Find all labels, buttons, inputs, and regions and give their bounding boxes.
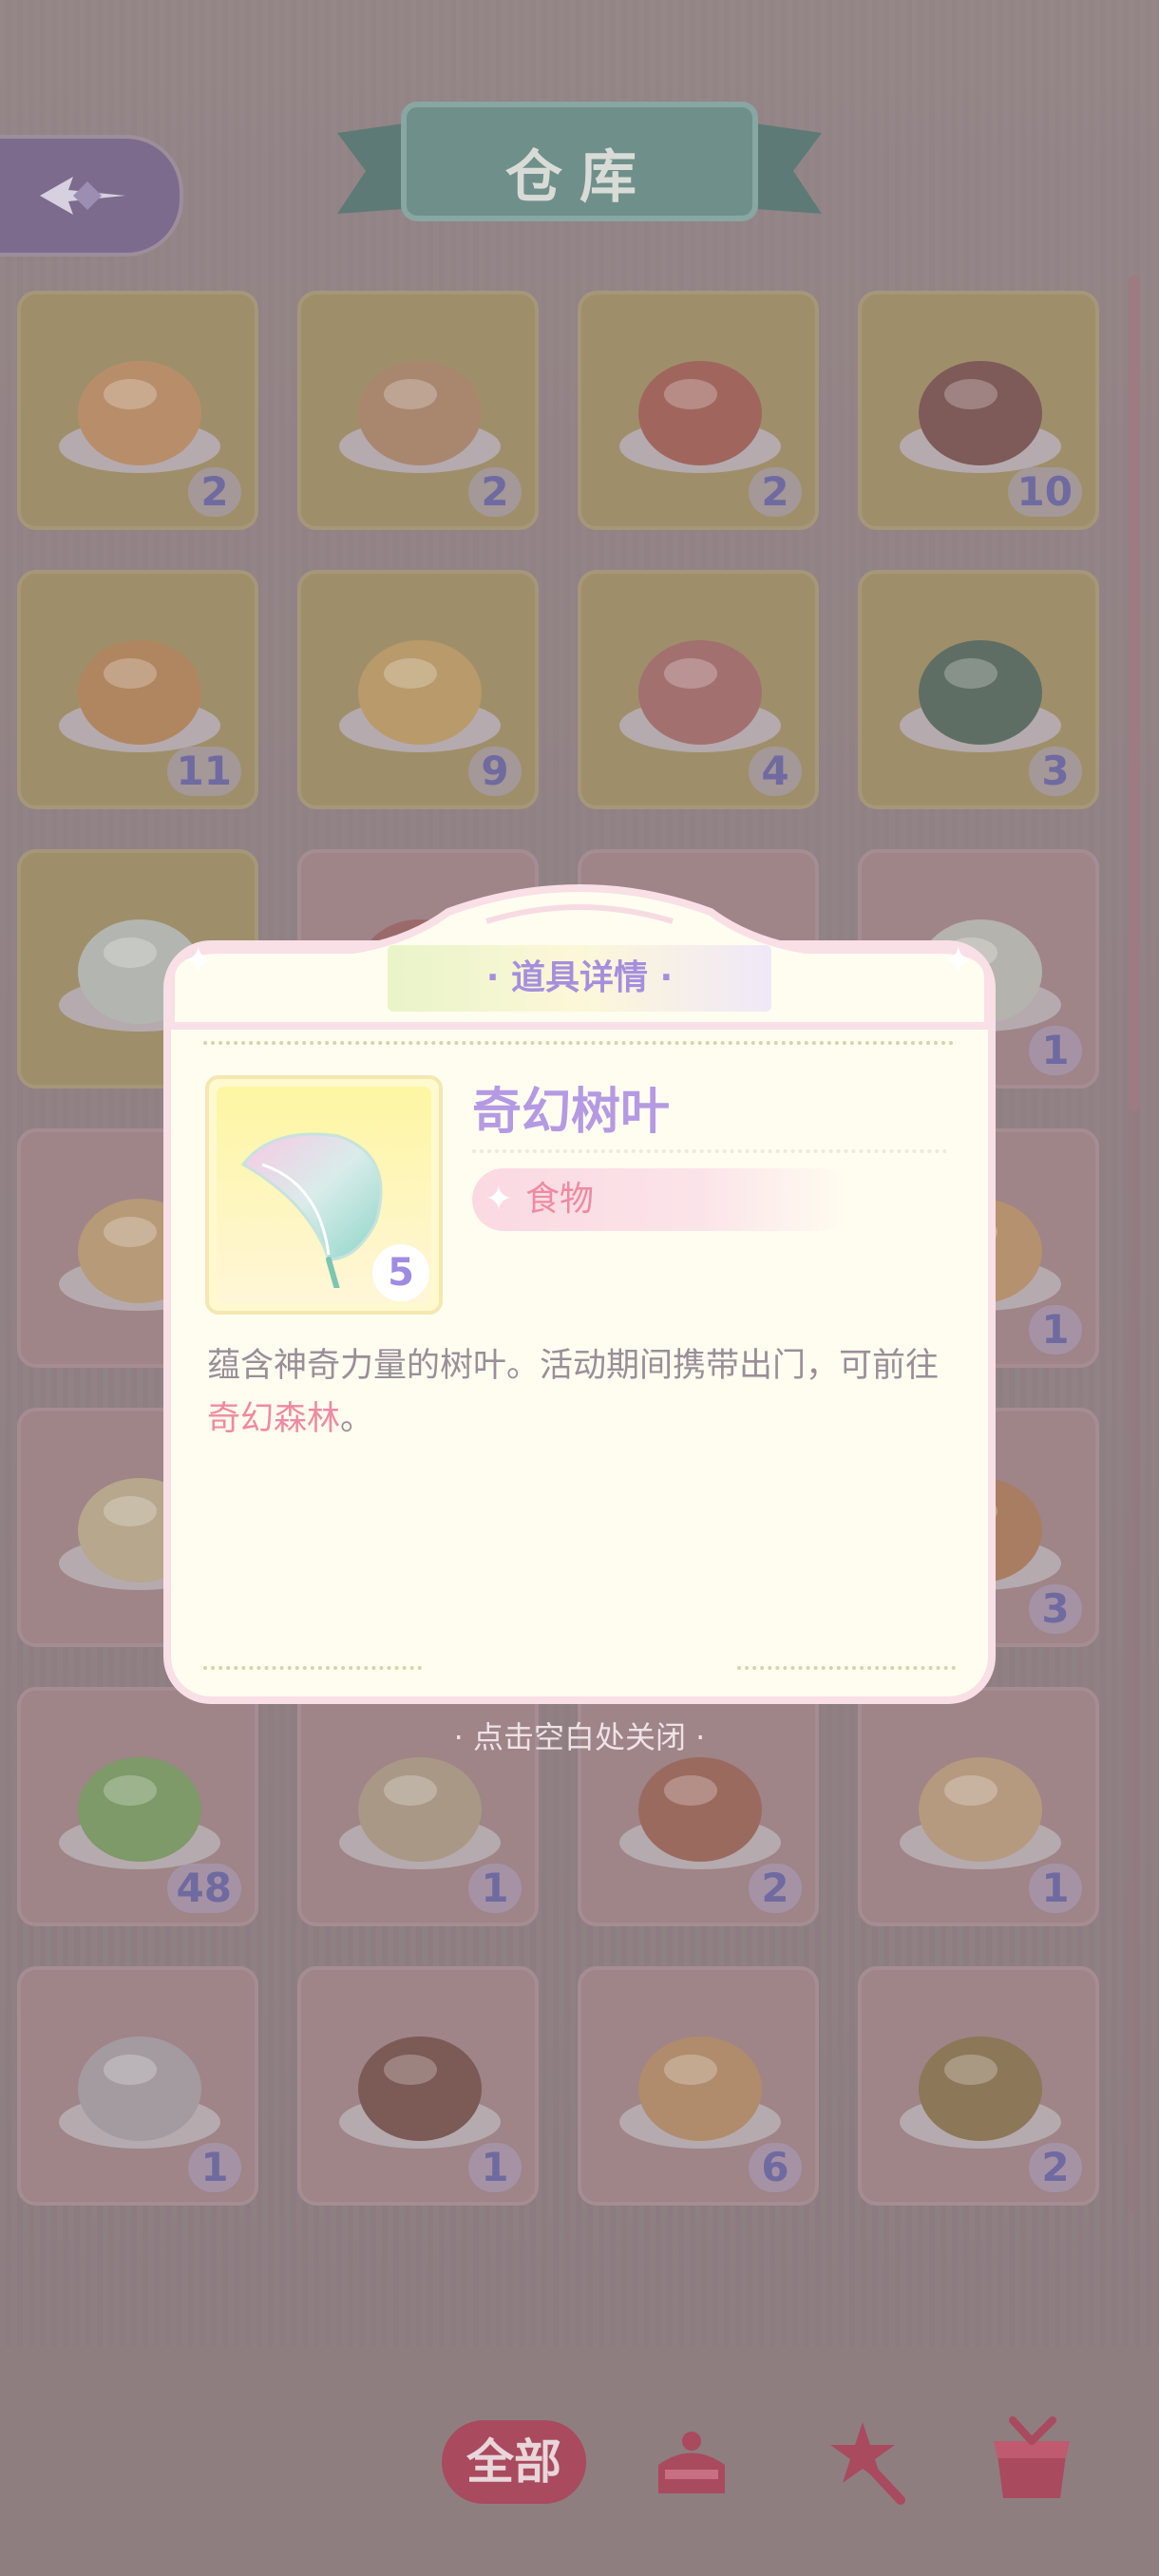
desc-location-link: 奇幻森林 bbox=[207, 1400, 341, 1438]
inventory-item-fish-roll[interactable]: 2 bbox=[858, 1966, 1099, 2206]
item-count: 1 bbox=[1029, 1305, 1082, 1354]
inventory-item-sandwich[interactable]: 6 bbox=[578, 1966, 819, 2206]
crab-pastry-icon bbox=[49, 323, 230, 484]
item-count: 3 bbox=[1029, 747, 1082, 796]
sparkle-icon: ✦ bbox=[484, 1180, 514, 1219]
inventory-item-crab-pastry[interactable]: 2 bbox=[17, 291, 258, 530]
item-name: 奇幻树叶 bbox=[472, 1084, 671, 1141]
gift-box-icon bbox=[994, 2416, 1070, 2498]
item-detail-modal: ✦ ✦ · 道具详情 · 5 奇幻树叶 ✦ 食物 蕴含神奇力量的树叶。活动期间携… bbox=[163, 874, 996, 1704]
fish-roll-icon bbox=[890, 1998, 1071, 2160]
item-count: 10 bbox=[1007, 467, 1082, 517]
detail-title: · 道具详情 · bbox=[388, 945, 771, 1012]
bottom-divider-right bbox=[737, 1666, 956, 1670]
item-count: 3 bbox=[1029, 1584, 1082, 1634]
item-count: 1 bbox=[1029, 1864, 1082, 1913]
desc-text: 蕴含神奇力量的树叶。活动期间携带出门，可前往 bbox=[207, 1347, 940, 1385]
inventory-item-skewers[interactable]: 1 bbox=[297, 1966, 539, 2206]
crayfish-dish-icon bbox=[610, 602, 790, 764]
item-count: 48 bbox=[166, 1864, 241, 1913]
item-count: 1 bbox=[188, 2143, 241, 2192]
tab-all[interactable]: 全部 bbox=[442, 2420, 586, 2504]
inventory-item-golden-hotpot[interactable]: 2 bbox=[297, 291, 539, 530]
name-divider bbox=[472, 1149, 947, 1153]
tab-gift[interactable] bbox=[984, 2413, 1079, 2508]
scrollbar[interactable] bbox=[1129, 275, 1140, 1111]
inventory-item-chocolate-pudding[interactable]: 10 bbox=[858, 291, 1099, 530]
item-type-label: 食物 bbox=[525, 1180, 595, 1219]
svg-text:✦: ✦ bbox=[182, 939, 215, 983]
close-hint[interactable]: · 点击空白处关闭 · bbox=[0, 1714, 1159, 1757]
item-count: 2 bbox=[188, 467, 241, 517]
cake-icon bbox=[658, 2432, 725, 2493]
chocolate-pudding-icon bbox=[890, 323, 1071, 484]
inventory-item-orange-pudding[interactable]: 11 bbox=[17, 570, 258, 809]
golden-hotpot-icon bbox=[330, 323, 510, 484]
item-count: 2 bbox=[1029, 2143, 1082, 2192]
item-count: 2 bbox=[749, 1864, 802, 1913]
title-ribbon: 仓库 bbox=[337, 95, 822, 237]
inventory-item-tomato-soup[interactable]: 2 bbox=[578, 291, 819, 530]
bottom-divider-left bbox=[203, 1666, 422, 1670]
inventory-item-green-soup[interactable]: 3 bbox=[858, 570, 1099, 809]
item-quantity: 5 bbox=[372, 1244, 429, 1301]
inventory-item-orange-juice[interactable]: 9 bbox=[297, 570, 539, 809]
svg-text:✦: ✦ bbox=[942, 939, 975, 983]
tab-cake[interactable] bbox=[644, 2413, 739, 2508]
star-wand-icon bbox=[830, 2422, 905, 2505]
skewers-icon bbox=[330, 1998, 510, 2160]
item-description: 蕴含神奇力量的树叶。活动期间携带出门，可前往奇幻森林。 bbox=[207, 1339, 958, 1446]
item-count: 2 bbox=[468, 467, 522, 517]
inventory-item-dessert-bag[interactable]: 1 bbox=[17, 1966, 258, 2206]
item-count: 11 bbox=[166, 747, 241, 796]
back-button[interactable] bbox=[0, 135, 183, 256]
dessert-bag-icon bbox=[49, 1998, 230, 2160]
divider bbox=[203, 1041, 954, 1045]
item-type-badge: ✦ 食物 bbox=[472, 1168, 852, 1231]
tab-tools[interactable] bbox=[815, 2413, 910, 2508]
item-count: 1 bbox=[1029, 1026, 1082, 1075]
item-count: 6 bbox=[749, 2143, 802, 2192]
item-icon-frame: 5 bbox=[205, 1075, 443, 1315]
inventory-item-crayfish-dish[interactable]: 4 bbox=[578, 570, 819, 809]
item-count: 4 bbox=[749, 747, 802, 796]
item-count: 1 bbox=[468, 1864, 522, 1913]
item-count: 1 bbox=[468, 2143, 522, 2192]
sandwich-icon bbox=[610, 1998, 790, 2160]
desc-end: 。 bbox=[340, 1400, 374, 1438]
green-soup-icon bbox=[890, 602, 1071, 764]
orange-juice-icon bbox=[330, 602, 510, 764]
item-count: 2 bbox=[749, 467, 802, 517]
orange-pudding-icon bbox=[49, 602, 230, 764]
item-count: 9 bbox=[468, 747, 522, 796]
tomato-soup-icon bbox=[610, 323, 790, 484]
back-arrow-icon bbox=[40, 177, 125, 215]
page-title: 仓库 bbox=[505, 144, 654, 211]
